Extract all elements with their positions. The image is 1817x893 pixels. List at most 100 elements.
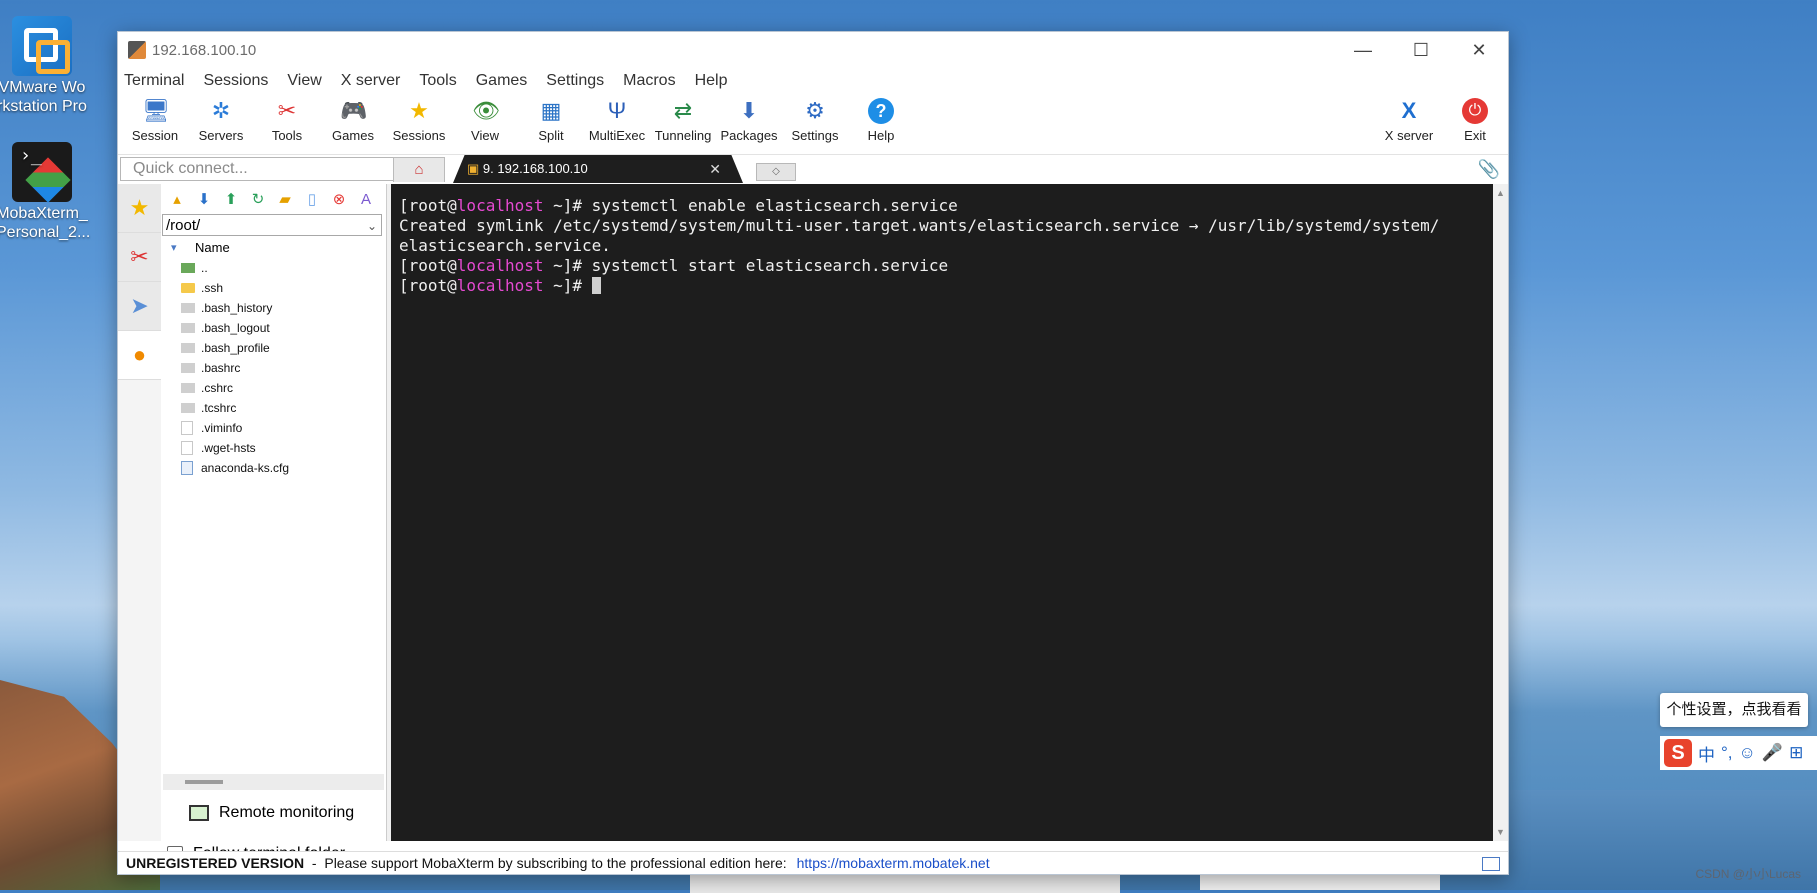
menu-xserver[interactable]: X server: [341, 72, 401, 90]
mobaxterm-window: 192.168.100.10 — ☐ ✕ Terminal Sessions V…: [117, 31, 1509, 875]
menu-tools[interactable]: Tools: [419, 72, 456, 90]
tools-icon: ✂: [277, 98, 297, 123]
toolbar-settings-button[interactable]: ⚙ Settings: [782, 94, 848, 143]
scroll-up-icon[interactable]: ▲: [1496, 188, 1505, 198]
file-row[interactable]: ..: [161, 258, 386, 278]
menu-settings[interactable]: Settings: [546, 72, 604, 90]
toolbar-view-button[interactable]: 👁 View: [452, 94, 518, 143]
sogou-logo-icon[interactable]: S: [1664, 739, 1692, 767]
menu-terminal[interactable]: Terminal: [124, 72, 184, 90]
file-name: anaconda-ks.cfg: [201, 461, 290, 475]
ime-toolbar: S 中 °, ☺ 🎤 ⊞: [1660, 736, 1817, 770]
file-row[interactable]: .bash_logout: [161, 318, 386, 338]
toolbar-multiexec-button[interactable]: Ψ MultiExec: [584, 94, 650, 143]
paperclip-icon[interactable]: 📎: [1478, 159, 1500, 180]
terminal-line: Created symlink /etc/systemd/system/mult…: [399, 216, 1440, 235]
toolbar-games-button[interactable]: 🎮 Games: [320, 94, 386, 143]
terminal-view[interactable]: [root@localhost ~]# systemctl enable ela…: [391, 184, 1493, 841]
ime-chinese-mode[interactable]: 中: [1698, 741, 1715, 766]
ime-tooltip[interactable]: 个性设置，点我看看: [1660, 693, 1808, 727]
file-row[interactable]: .ssh: [161, 278, 386, 298]
parent-folder-icon[interactable]: ▴: [167, 190, 187, 208]
file-row[interactable]: .cshrc: [161, 378, 386, 398]
remote-monitoring-button[interactable]: Remote monitoring: [189, 804, 354, 822]
ime-keyboard-icon[interactable]: ⊞: [1789, 743, 1803, 763]
file-row[interactable]: .viminfo: [161, 418, 386, 438]
download-icon[interactable]: ⬇: [194, 190, 214, 208]
minimize-button[interactable]: —: [1334, 32, 1392, 68]
mobatek-link[interactable]: https://mobaxterm.mobatek.net: [797, 852, 990, 874]
rename-icon[interactable]: A: [356, 191, 376, 208]
toolbar-label: Tunneling: [654, 128, 712, 143]
status-bar: UNREGISTERED VERSION - Please support Mo…: [118, 851, 1508, 874]
file-row[interactable]: anaconda-ks.cfg: [161, 458, 386, 478]
refresh-icon[interactable]: ↻: [248, 190, 268, 208]
toolbar-help-button[interactable]: ? Help: [848, 94, 914, 143]
new-tab-button[interactable]: ◇: [756, 163, 796, 181]
menu-games[interactable]: Games: [476, 72, 528, 90]
send-rail-icon[interactable]: ➤: [118, 282, 161, 331]
toolbar-label: Games: [332, 128, 374, 143]
title-bar[interactable]: 192.168.100.10 — ☐ ✕: [118, 32, 1508, 68]
close-tab-icon[interactable]: ✕: [709, 155, 721, 183]
path-value: /root/: [166, 217, 201, 234]
session-tab[interactable]: ▣ 9. 192.168.100.10 ✕: [453, 155, 743, 183]
home-tab[interactable]: ⌂: [393, 157, 445, 182]
toolbar-tunneling-button[interactable]: ⇄ Tunneling: [650, 94, 716, 143]
terminal-line: [root@localhost ~]# systemctl start elas…: [399, 256, 949, 275]
horizontal-scrollbar[interactable]: [163, 774, 384, 790]
toolbar-servers-button[interactable]: ✲ Servers: [188, 94, 254, 143]
app-icon: [128, 41, 146, 59]
maximize-button[interactable]: ☐: [1392, 32, 1450, 68]
new-folder-icon[interactable]: ▰: [275, 190, 295, 208]
menu-sessions[interactable]: Sessions: [203, 72, 268, 90]
servers-icon: ✲: [211, 98, 231, 123]
ime-emoji-icon[interactable]: ☺: [1739, 743, 1756, 763]
tools-rail-icon[interactable]: ✂: [118, 233, 161, 282]
toolbar-xserver-button[interactable]: X X server: [1376, 94, 1442, 143]
desktop-icon-label: VMware Wo rkstation Pro: [0, 79, 87, 115]
terminal-line: elasticsearch.service.: [399, 236, 611, 255]
menu-help[interactable]: Help: [695, 72, 728, 90]
quick-connect-input[interactable]: Quick connect...: [120, 157, 398, 181]
file-row[interactable]: .wget-hsts: [161, 438, 386, 458]
toolbar-session-button[interactable]: 🖥 Session: [122, 94, 188, 143]
file-row[interactable]: .bash_history: [161, 298, 386, 318]
file-row[interactable]: .tcshrc: [161, 398, 386, 418]
scroll-down-icon[interactable]: ▼: [1496, 827, 1505, 837]
file-row[interactable]: .bash_profile: [161, 338, 386, 358]
vmware-icon: [12, 16, 72, 76]
file-name: .wget-hsts: [201, 441, 256, 455]
monitor-status-icon[interactable]: [1482, 857, 1500, 871]
desktop-icon-mobaxterm[interactable]: MobaXterm_ Personal_2...: [0, 142, 90, 242]
menu-macros[interactable]: Macros: [623, 72, 675, 90]
toolbar-label: Sessions: [392, 128, 446, 143]
xserver-icon: X: [1401, 98, 1417, 123]
toolbar-tools-button[interactable]: ✂ Tools: [254, 94, 320, 143]
file-row[interactable]: .bashrc: [161, 358, 386, 378]
ime-punctuation[interactable]: °,: [1721, 743, 1733, 763]
star-icon: ★: [409, 98, 429, 123]
terminal-line: [root@localhost ~]# systemctl enable ela…: [399, 196, 958, 215]
close-button[interactable]: ✕: [1450, 32, 1508, 68]
menu-view[interactable]: View: [287, 72, 321, 90]
toolbar-exit-button[interactable]: ⏻ Exit: [1442, 94, 1508, 143]
delete-icon[interactable]: ⊗: [329, 190, 349, 208]
sftp-rail-icon[interactable]: ●: [118, 331, 161, 380]
column-header-name[interactable]: Name: [161, 236, 386, 260]
path-combobox[interactable]: /root/ ⌄: [162, 214, 382, 236]
toolbar-label: Exit: [1464, 128, 1486, 143]
session-tab-label: 9. 192.168.100.10: [482, 161, 588, 176]
sessions-star-icon[interactable]: ★: [118, 184, 161, 233]
toolbar-packages-button[interactable]: ⬇ Packages: [716, 94, 782, 143]
toolbar-sessions-button[interactable]: ★ Sessions: [386, 94, 452, 143]
monitor-graph-icon: [189, 805, 209, 821]
fork-icon: Ψ: [607, 98, 627, 123]
desktop-icon-vmware[interactable]: VMware Wo rkstation Pro: [0, 16, 88, 116]
upload-icon[interactable]: ⬆: [221, 190, 241, 208]
terminal-scrollbar[interactable]: ▲ ▼: [1493, 184, 1508, 841]
new-file-icon[interactable]: ▯: [302, 190, 322, 208]
toolbar-split-button[interactable]: ▦ Split: [518, 94, 584, 143]
hidden-file-icon: [181, 363, 195, 373]
ime-mic-icon[interactable]: 🎤: [1762, 743, 1783, 763]
